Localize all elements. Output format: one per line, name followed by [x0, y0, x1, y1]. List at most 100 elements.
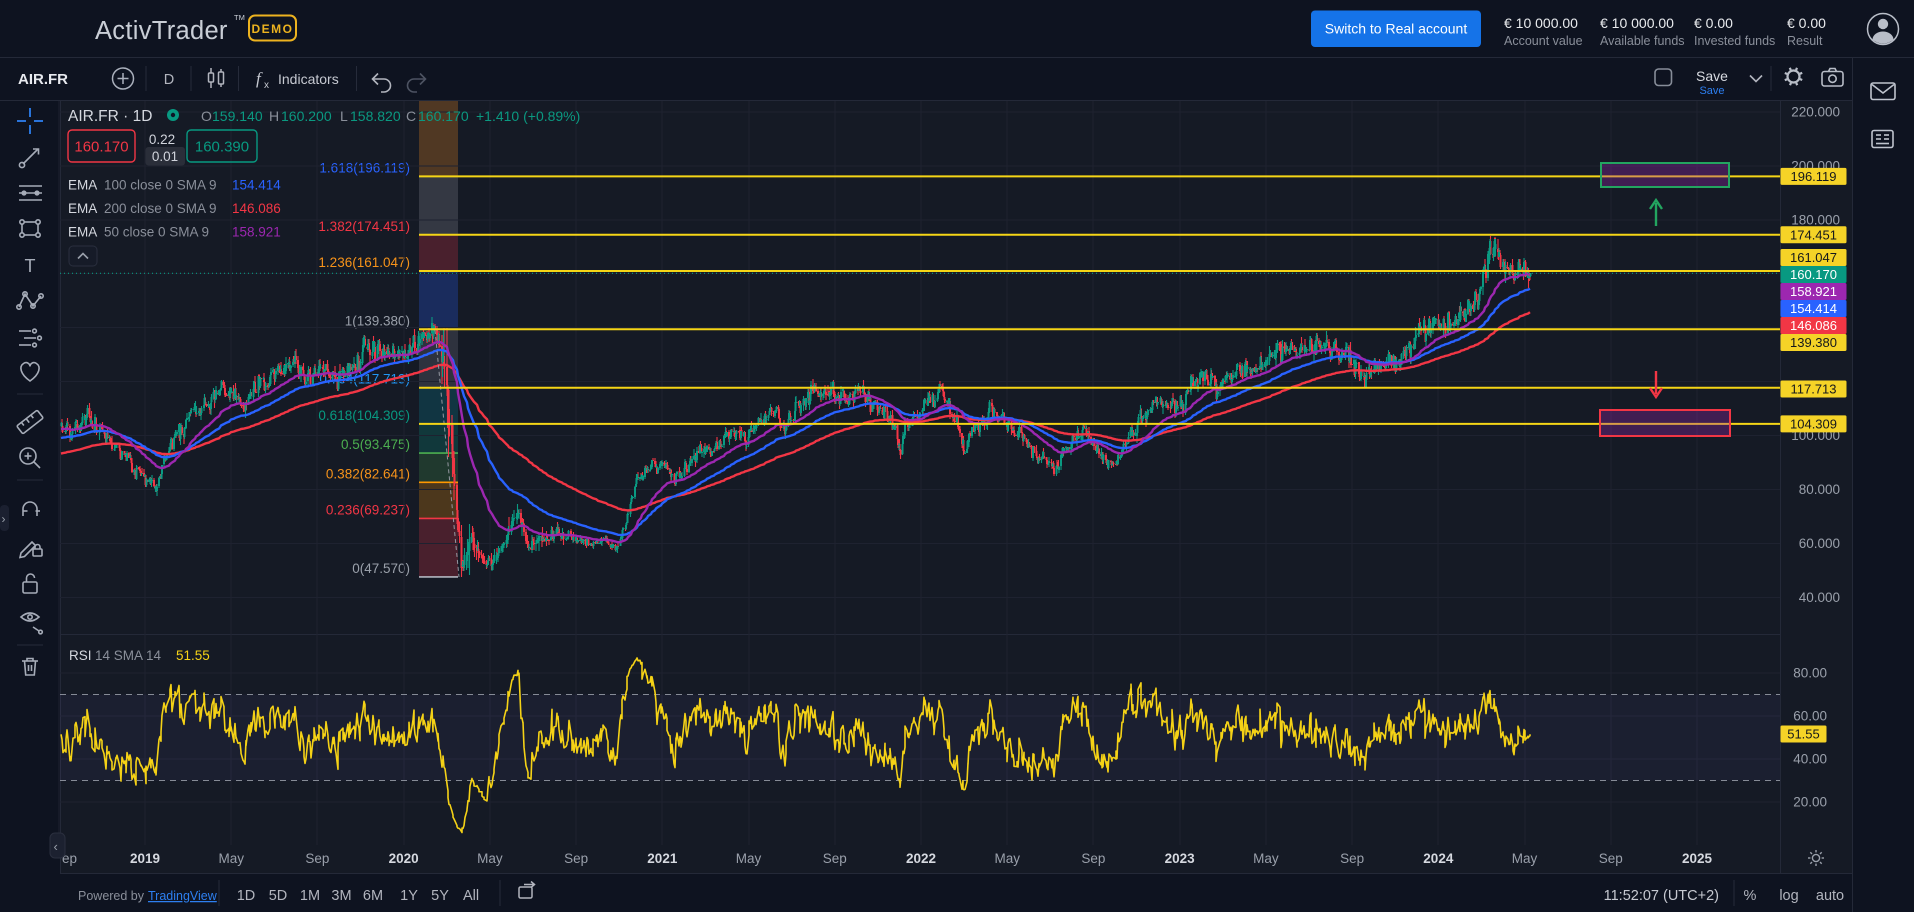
svg-text:Available funds: Available funds: [1600, 34, 1685, 48]
svg-text:›: ›: [2, 512, 6, 526]
svg-text:1D: 1D: [237, 888, 256, 904]
svg-text:DEMO: DEMO: [252, 22, 294, 36]
svg-text:5Y: 5Y: [431, 888, 449, 904]
svg-text:Save: Save: [1696, 68, 1728, 84]
svg-text:104.309: 104.309: [1790, 417, 1837, 432]
svg-text:0(47.570): 0(47.570): [352, 561, 410, 576]
svg-text:20.00: 20.00: [1793, 795, 1827, 810]
svg-text:Result: Result: [1787, 34, 1823, 48]
svg-text:EMA: EMA: [68, 178, 97, 193]
svg-text:AIR.FR: AIR.FR: [18, 71, 68, 88]
svg-text:0.5(93.475): 0.5(93.475): [341, 437, 410, 452]
svg-text:2023: 2023: [1165, 851, 1196, 866]
svg-text:May: May: [736, 851, 762, 866]
svg-text:51.55: 51.55: [1787, 727, 1820, 742]
svg-text:log: log: [1779, 888, 1798, 904]
svg-text:2019: 2019: [130, 851, 160, 866]
svg-text:14 SMA 14: 14 SMA 14: [95, 648, 162, 663]
svg-text:Invested funds: Invested funds: [1694, 34, 1775, 48]
svg-text:2025: 2025: [1682, 851, 1713, 866]
svg-text:AIR.FR · 1D: AIR.FR · 1D: [68, 108, 152, 125]
svg-text:Sep: Sep: [1081, 851, 1105, 866]
svg-text:159.140: 159.140: [212, 108, 263, 124]
svg-text:Powered by: Powered by: [78, 889, 145, 903]
svg-text:0.382(82.641): 0.382(82.641): [326, 466, 410, 481]
svg-text:1Y: 1Y: [400, 888, 418, 904]
svg-text:51.55: 51.55: [176, 648, 210, 663]
svg-text:Switch to Real account: Switch to Real account: [1325, 21, 1468, 37]
svg-text:40.000: 40.000: [1799, 590, 1840, 605]
svg-text:80.000: 80.000: [1799, 482, 1840, 497]
svg-text:1.618(196.119): 1.618(196.119): [319, 160, 410, 175]
svg-text:11:52:07 (UTC+2): 11:52:07 (UTC+2): [1604, 888, 1719, 904]
svg-text:160.170: 160.170: [1790, 267, 1837, 282]
svg-text:O: O: [201, 108, 212, 124]
svg-text:158.921: 158.921: [1790, 284, 1837, 299]
svg-text:EMA: EMA: [68, 225, 97, 240]
svg-text:May: May: [1512, 851, 1538, 866]
svg-text:All: All: [463, 888, 479, 904]
svg-text:117.713: 117.713: [1790, 382, 1836, 397]
svg-text:Sep: Sep: [1599, 851, 1623, 866]
svg-text:158.921: 158.921: [232, 225, 281, 240]
svg-text:D: D: [164, 72, 174, 88]
svg-text:154.414: 154.414: [1790, 301, 1837, 316]
svg-text:220.000: 220.000: [1791, 104, 1840, 119]
svg-text:180.000: 180.000: [1791, 212, 1840, 227]
svg-text:160.170: 160.170: [74, 139, 128, 156]
svg-text:auto: auto: [1816, 888, 1844, 904]
svg-text:x: x: [264, 80, 269, 91]
svg-text:158.820: 158.820: [350, 108, 401, 124]
svg-text:160.200: 160.200: [281, 108, 332, 124]
svg-text:146.086: 146.086: [1790, 318, 1837, 333]
svg-text:€ 10 000.00: € 10 000.00: [1504, 15, 1578, 31]
svg-text:EMA: EMA: [68, 201, 97, 216]
svg-text:TradingView: TradingView: [148, 889, 218, 903]
svg-text:RSI: RSI: [69, 648, 92, 663]
svg-text:Save: Save: [1699, 85, 1724, 97]
svg-text:2022: 2022: [906, 851, 936, 866]
svg-text:174.451: 174.451: [1790, 227, 1837, 242]
svg-text:Account value: Account value: [1504, 34, 1583, 48]
svg-text:%: %: [1744, 888, 1757, 904]
svg-text:146.086: 146.086: [232, 201, 281, 216]
svg-text:3M: 3M: [331, 888, 351, 904]
svg-text:ActivTrader: ActivTrader: [95, 17, 228, 45]
svg-text:Sep: Sep: [1340, 851, 1364, 866]
svg-text:1.382(174.451): 1.382(174.451): [318, 219, 410, 234]
svg-text:40.00: 40.00: [1793, 752, 1827, 767]
svg-text:May: May: [477, 851, 503, 866]
svg-text:+1.410 (+0.89%): +1.410 (+0.89%): [476, 108, 580, 124]
svg-text:0.236(69.237): 0.236(69.237): [326, 502, 410, 517]
svg-text:€ 0.00: € 0.00: [1787, 15, 1826, 31]
svg-text:1M: 1M: [300, 888, 320, 904]
svg-text:100 close 0 SMA 9: 100 close 0 SMA 9: [104, 178, 217, 193]
svg-text:161.047: 161.047: [1790, 250, 1837, 265]
svg-text:1(139.380): 1(139.380): [345, 313, 410, 328]
svg-text:154.414: 154.414: [232, 178, 281, 193]
svg-text:T: T: [25, 256, 36, 276]
svg-text:May: May: [1253, 851, 1279, 866]
svg-text:2024: 2024: [1423, 851, 1454, 866]
svg-text:‹: ‹: [54, 839, 58, 854]
svg-text:€ 10 000.00: € 10 000.00: [1600, 15, 1674, 31]
svg-text:Sep: Sep: [305, 851, 329, 866]
svg-text:5D: 5D: [269, 888, 288, 904]
svg-text:May: May: [994, 851, 1020, 866]
svg-text:H: H: [269, 108, 279, 124]
svg-text:60.00: 60.00: [1793, 709, 1827, 724]
svg-text:€ 0.00: € 0.00: [1694, 15, 1733, 31]
svg-text:2021: 2021: [647, 851, 678, 866]
svg-text:0.618(104.309): 0.618(104.309): [318, 408, 410, 423]
svg-text:6M: 6M: [363, 888, 383, 904]
svg-text:2020: 2020: [389, 851, 419, 866]
svg-text:Sep: Sep: [823, 851, 847, 866]
svg-text:Indicators: Indicators: [278, 71, 339, 87]
svg-text:Sep: Sep: [564, 851, 588, 866]
svg-text:C: C: [406, 108, 416, 124]
svg-text:200 close 0 SMA 9: 200 close 0 SMA 9: [104, 201, 217, 216]
svg-text:80.00: 80.00: [1793, 666, 1827, 681]
svg-text:139.380: 139.380: [1790, 335, 1837, 350]
svg-text:TM: TM: [234, 13, 245, 22]
svg-text:196.119: 196.119: [1790, 169, 1836, 184]
